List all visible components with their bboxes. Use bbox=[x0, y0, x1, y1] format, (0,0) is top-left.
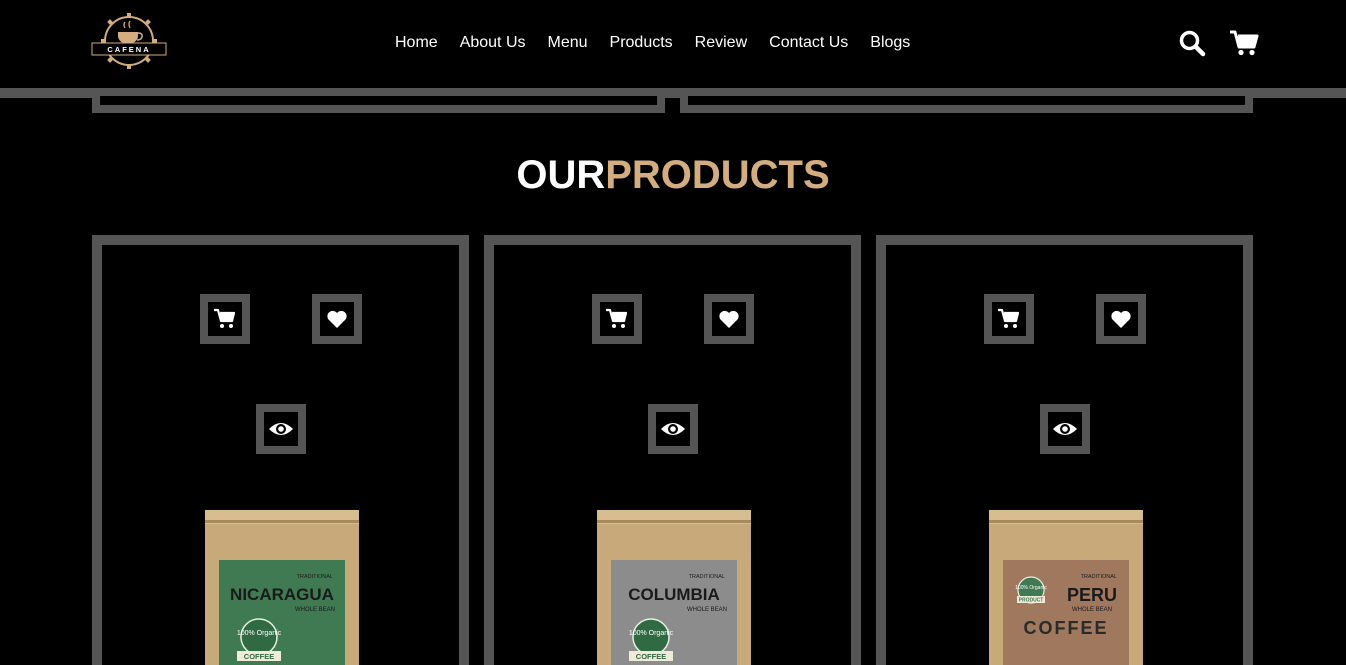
section-heading-part2: PRODUCTS bbox=[605, 153, 830, 197]
bag-badge: 100% Organic bbox=[1015, 585, 1047, 591]
bag-tag: TRADITIONAL bbox=[1081, 574, 1117, 580]
bag-tag: TRADITIONAL bbox=[297, 574, 333, 580]
section-heading: OURPRODUCTS bbox=[0, 153, 1346, 198]
search-icon[interactable] bbox=[1176, 27, 1208, 59]
cart-icon[interactable] bbox=[1228, 27, 1260, 59]
quick-view-button[interactable] bbox=[256, 404, 306, 454]
section-heading-part1: OUR bbox=[516, 153, 606, 197]
product-image: TRADITIONAL 100% Organic PRODUCT PERU WH… bbox=[989, 510, 1143, 665]
bag-sub: WHOLE BEAN bbox=[295, 607, 335, 613]
bag-ribbon: COFFEE bbox=[636, 652, 666, 661]
eye-icon bbox=[661, 423, 685, 435]
nav-link-products[interactable]: Products bbox=[610, 31, 673, 55]
product-card: TRADITIONAL 100% Organic PRODUCT PERU WH… bbox=[876, 235, 1253, 665]
product-card: TRADITIONAL NICARAGUA WHOLE BEAN 100% Or… bbox=[92, 235, 469, 665]
wishlist-button[interactable] bbox=[1096, 294, 1146, 344]
cart-icon bbox=[214, 308, 236, 328]
bag-ribbon: PRODUCT bbox=[1019, 598, 1044, 604]
nav-link-contact-us[interactable]: Contact Us bbox=[769, 31, 848, 55]
header-actions bbox=[1176, 26, 1260, 60]
bag-badge: 100% Organic bbox=[629, 630, 674, 637]
site-header: CAFENA Home About Us Menu Products Revie… bbox=[0, 0, 1346, 88]
bag-sub: WHOLE BEAN bbox=[687, 607, 727, 613]
add-to-cart-button[interactable] bbox=[984, 294, 1034, 344]
bag-badge: 100% Organic bbox=[237, 630, 282, 637]
heart-icon bbox=[1111, 310, 1131, 328]
heart-icon bbox=[327, 310, 347, 328]
nav-link-review[interactable]: Review bbox=[695, 31, 747, 55]
add-to-cart-button[interactable] bbox=[592, 294, 642, 344]
bag-tag: TRADITIONAL bbox=[689, 574, 725, 580]
product-card: TRADITIONAL COLUMBIA WHOLE BEAN 100% Org… bbox=[484, 235, 861, 665]
cart-icon bbox=[606, 308, 628, 328]
wishlist-button[interactable] bbox=[312, 294, 362, 344]
nav-link-menu[interactable]: Menu bbox=[548, 31, 588, 55]
bag-sub: WHOLE BEAN bbox=[1072, 607, 1112, 613]
eye-icon bbox=[1053, 423, 1077, 435]
wishlist-button[interactable] bbox=[704, 294, 754, 344]
nav-link-home[interactable]: Home bbox=[395, 31, 438, 55]
cafena-logo[interactable]: CAFENA bbox=[90, 10, 168, 72]
heart-icon bbox=[719, 310, 739, 328]
eye-icon bbox=[269, 423, 293, 435]
quick-view-button[interactable] bbox=[1040, 404, 1090, 454]
previous-section-box bbox=[680, 96, 1253, 113]
nav-link-blogs[interactable]: Blogs bbox=[870, 31, 910, 55]
bag-name: PERU bbox=[1067, 585, 1117, 605]
logo-text: CAFENA bbox=[107, 45, 150, 54]
product-image: TRADITIONAL COLUMBIA WHOLE BEAN 100% Org… bbox=[597, 510, 751, 665]
bag-ribbon: COFFEE bbox=[244, 652, 274, 661]
bag-name: COLUMBIA bbox=[628, 585, 720, 604]
product-image: TRADITIONAL NICARAGUA WHOLE BEAN 100% Or… bbox=[205, 510, 359, 665]
main-nav: Home About Us Menu Products Review Conta… bbox=[395, 31, 910, 55]
previous-section-box bbox=[92, 96, 665, 113]
add-to-cart-button[interactable] bbox=[200, 294, 250, 344]
quick-view-button[interactable] bbox=[648, 404, 698, 454]
nav-link-about-us[interactable]: About Us bbox=[460, 31, 526, 55]
bag-name: NICARAGUA bbox=[230, 585, 334, 604]
cart-icon bbox=[998, 308, 1020, 328]
bag-title2: COFFEE bbox=[1023, 618, 1108, 638]
